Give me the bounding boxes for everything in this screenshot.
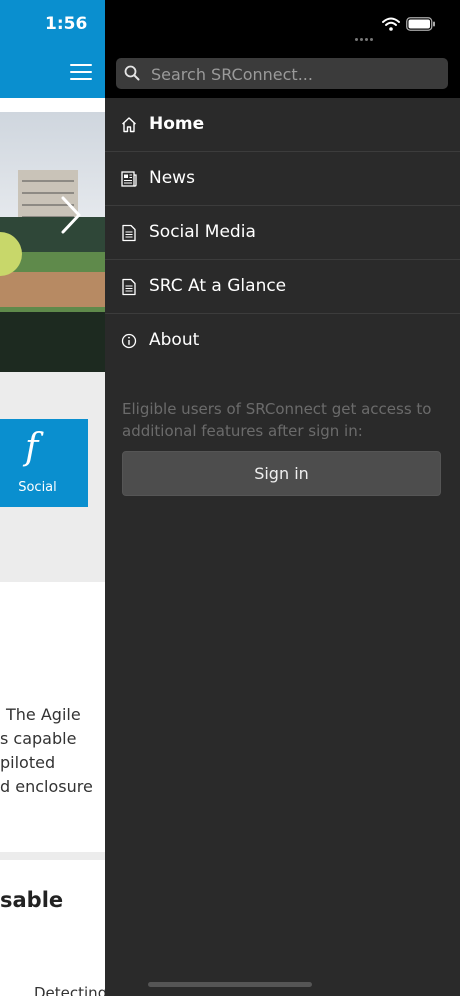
social-tile[interactable]: f Social xyxy=(0,419,88,507)
home-icon xyxy=(122,117,136,133)
info-icon xyxy=(121,333,137,349)
search-icon xyxy=(124,65,140,81)
sign-in-info-text: Eligible users of SRConnect get access t… xyxy=(122,400,432,440)
menu-item-home[interactable]: Home xyxy=(105,98,460,152)
menu-item-src-at-a-glance[interactable]: SRC At a Glance xyxy=(105,260,460,314)
drawer-menu: Home News Social Media SRC At a Glance A… xyxy=(105,98,460,367)
menu-item-news[interactable]: News xyxy=(105,152,460,206)
wifi-icon xyxy=(382,17,400,31)
excerpt-line: piloted xyxy=(0,753,56,772)
excerpt-line: The Agile xyxy=(6,705,81,724)
hero-image xyxy=(0,112,105,372)
article-heading: sable xyxy=(0,888,64,912)
social-tile-label: Social xyxy=(18,480,57,495)
background-app: 1:56 f Social The Agile s capable pilote… xyxy=(0,0,105,996)
carousel-next-icon[interactable] xyxy=(60,195,82,235)
menu-item-label: Home xyxy=(149,114,205,134)
sign-in-button[interactable]: Sign in xyxy=(122,451,441,496)
home-indicator[interactable] xyxy=(148,982,312,987)
menu-item-label: About xyxy=(149,330,200,350)
signal-dots-icon xyxy=(355,26,375,41)
search-field[interactable] xyxy=(116,58,448,91)
menu-item-label: SRC At a Glance xyxy=(149,276,287,296)
menu-item-social-media[interactable]: Social Media xyxy=(105,206,460,260)
section-divider xyxy=(0,852,105,860)
status-time: 1:56 xyxy=(45,14,88,34)
excerpt-line: d enclosure xyxy=(0,777,93,796)
document-icon xyxy=(122,224,136,242)
navigation-drawer: Home News Social Media xyxy=(105,0,460,996)
menu-item-label: News xyxy=(149,168,195,188)
search-bar xyxy=(105,48,460,98)
battery-icon xyxy=(406,17,435,31)
article-snippet: Detecting xyxy=(34,984,105,996)
hamburger-menu-icon[interactable] xyxy=(70,64,92,82)
search-input[interactable] xyxy=(149,58,443,91)
status-bar xyxy=(105,0,460,48)
menu-item-label: Social Media xyxy=(149,222,256,242)
app-header: 1:56 xyxy=(0,0,105,98)
menu-item-about[interactable]: About xyxy=(105,314,460,367)
newspaper-icon xyxy=(121,171,137,187)
facebook-icon: f xyxy=(25,427,39,468)
document-icon xyxy=(122,278,136,296)
excerpt-line: s capable xyxy=(0,729,77,748)
